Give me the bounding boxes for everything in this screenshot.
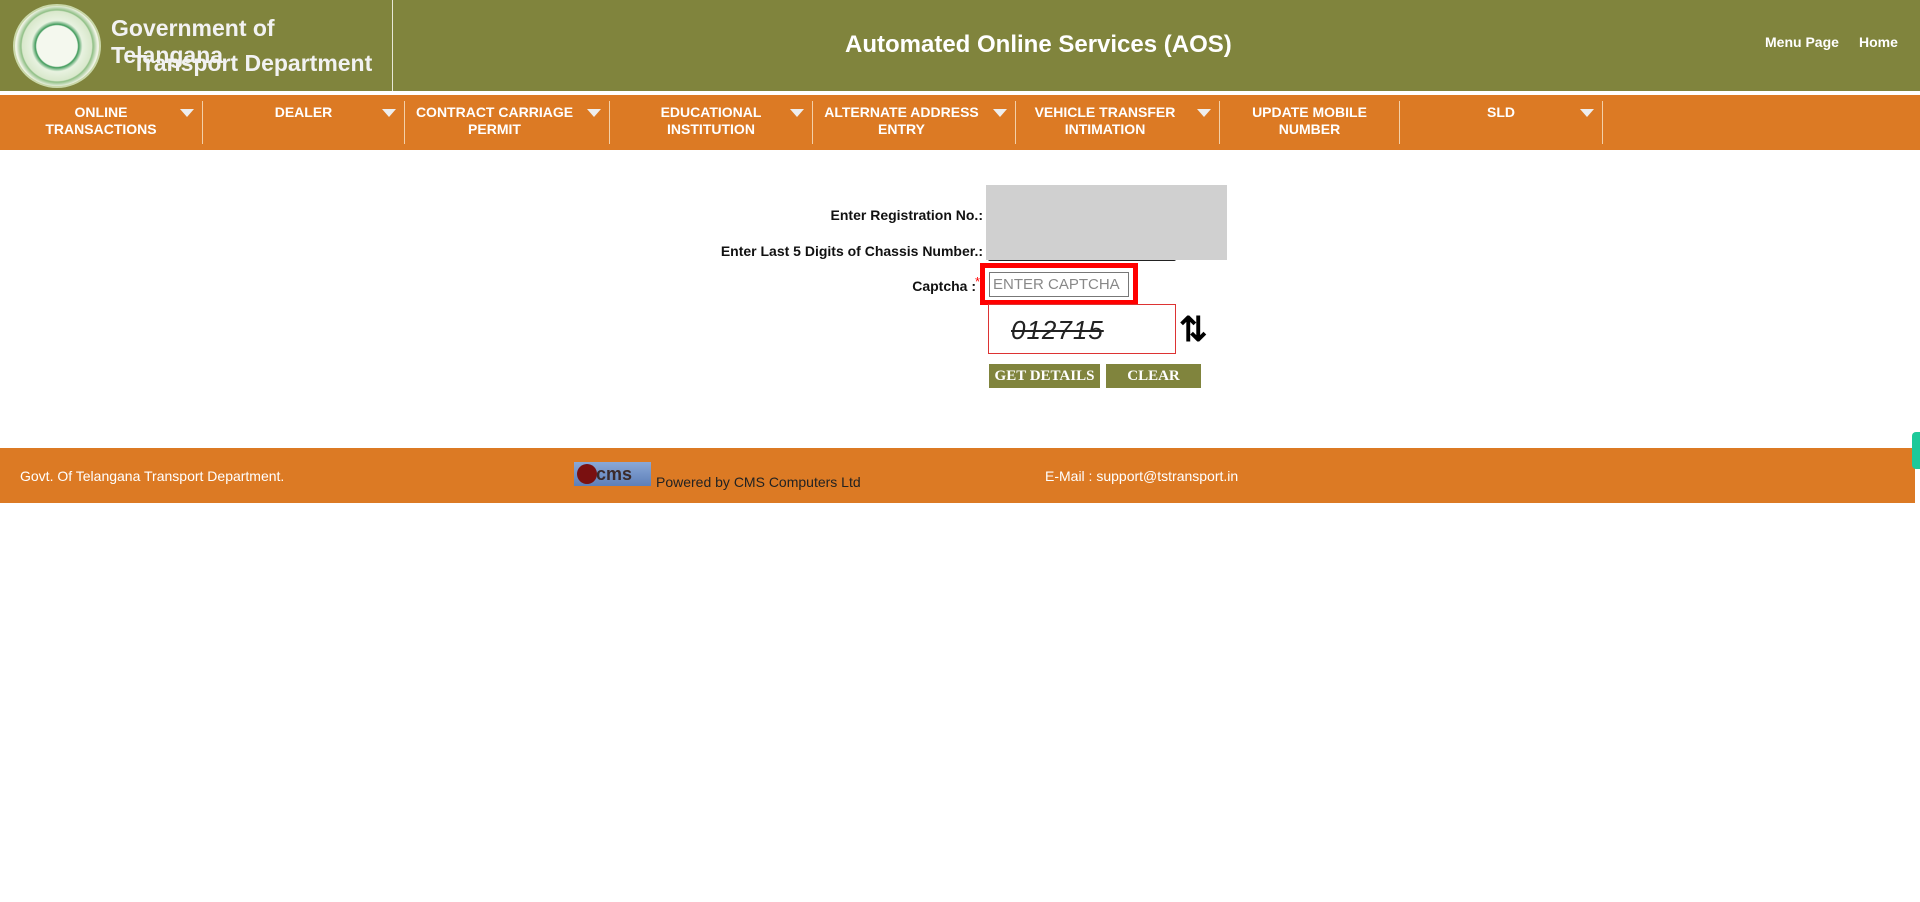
- registration-label: Enter Registration No.:: [830, 207, 983, 223]
- dropdown-caret-icon: [382, 109, 396, 117]
- dropdown-caret-icon: [1197, 109, 1211, 117]
- nav-label: VEHICLE TRANSFER INTIMATION: [1034, 104, 1176, 137]
- nav-label: ALTERNATE ADDRESS ENTRY: [824, 104, 979, 137]
- cms-logo: cms: [574, 462, 651, 486]
- page-title: Automated Online Services (AOS): [845, 31, 1232, 58]
- nav-dealer[interactable]: DEALER: [203, 101, 405, 144]
- nav-contract-carriage-permit[interactable]: CONTRACT CARRIAGE PERMIT: [405, 101, 610, 144]
- nav-label: DEALER: [274, 104, 333, 120]
- powered-by: Powered by CMS Computers Ltd: [656, 474, 861, 490]
- captcha-image: 012715: [988, 304, 1176, 354]
- nav-label: SLD: [1487, 104, 1515, 120]
- telangana-emblem-icon: [13, 4, 101, 88]
- nav-online-transactions[interactable]: ONLINE TRANSACTIONS: [0, 101, 203, 144]
- dropdown-caret-icon: [790, 109, 804, 117]
- department-name: Transport Department: [132, 50, 373, 76]
- menu-page-link[interactable]: Menu Page: [1765, 34, 1839, 50]
- nav-label: CONTRACT CARRIAGE PERMIT: [415, 104, 574, 137]
- dropdown-caret-icon: [180, 109, 194, 117]
- cms-logo-text: cms: [596, 464, 633, 484]
- footer-org: Govt. Of Telangana Transport Department.: [20, 468, 285, 484]
- site-header: Government of Telangana Transport Depart…: [0, 0, 1920, 91]
- get-details-button[interactable]: GET DETAILS: [989, 364, 1100, 388]
- nav-label: EDUCATIONAL INSTITUTION: [660, 104, 762, 137]
- captcha-label: Captcha :: [912, 278, 976, 294]
- nav-update-mobile-number[interactable]: UPDATE MOBILE NUMBER: [1220, 101, 1400, 144]
- nav-sld[interactable]: SLD: [1400, 101, 1603, 144]
- nav-vehicle-transfer-intimation[interactable]: VEHICLE TRANSFER INTIMATION: [1016, 101, 1220, 144]
- nav-educational-institution[interactable]: EDUCATIONAL INSTITUTION: [610, 101, 813, 144]
- site-footer: Govt. Of Telangana Transport Department.…: [0, 448, 1915, 503]
- refresh-captcha-icon[interactable]: ⇅: [1179, 313, 1208, 347]
- footer-email: E-Mail : support@tstransport.in: [1045, 468, 1239, 484]
- side-widget-tab[interactable]: [1912, 432, 1920, 469]
- nav-label: ONLINE TRANSACTIONS: [45, 104, 157, 137]
- logo-block: Government of Telangana Transport Depart…: [0, 0, 393, 91]
- nav-alternate-address-entry[interactable]: ALTERNATE ADDRESS ENTRY: [813, 101, 1016, 144]
- chassis-label: Enter Last 5 Digits of Chassis Number.:: [720, 243, 983, 259]
- cms-logo-icon: [577, 464, 597, 484]
- home-link[interactable]: Home: [1859, 34, 1898, 50]
- dropdown-caret-icon: [1580, 109, 1594, 117]
- captcha-input[interactable]: [989, 272, 1129, 297]
- clear-button[interactable]: CLEAR: [1106, 364, 1201, 388]
- redacted-inputs[interactable]: [986, 185, 1227, 260]
- nav-label: UPDATE MOBILE NUMBER: [1252, 104, 1367, 137]
- captcha-text: 012715: [1011, 315, 1104, 345]
- dropdown-caret-icon: [993, 109, 1007, 117]
- main-nav: ONLINE TRANSACTIONS DEALER CONTRACT CARR…: [0, 95, 1920, 150]
- dropdown-caret-icon: [587, 109, 601, 117]
